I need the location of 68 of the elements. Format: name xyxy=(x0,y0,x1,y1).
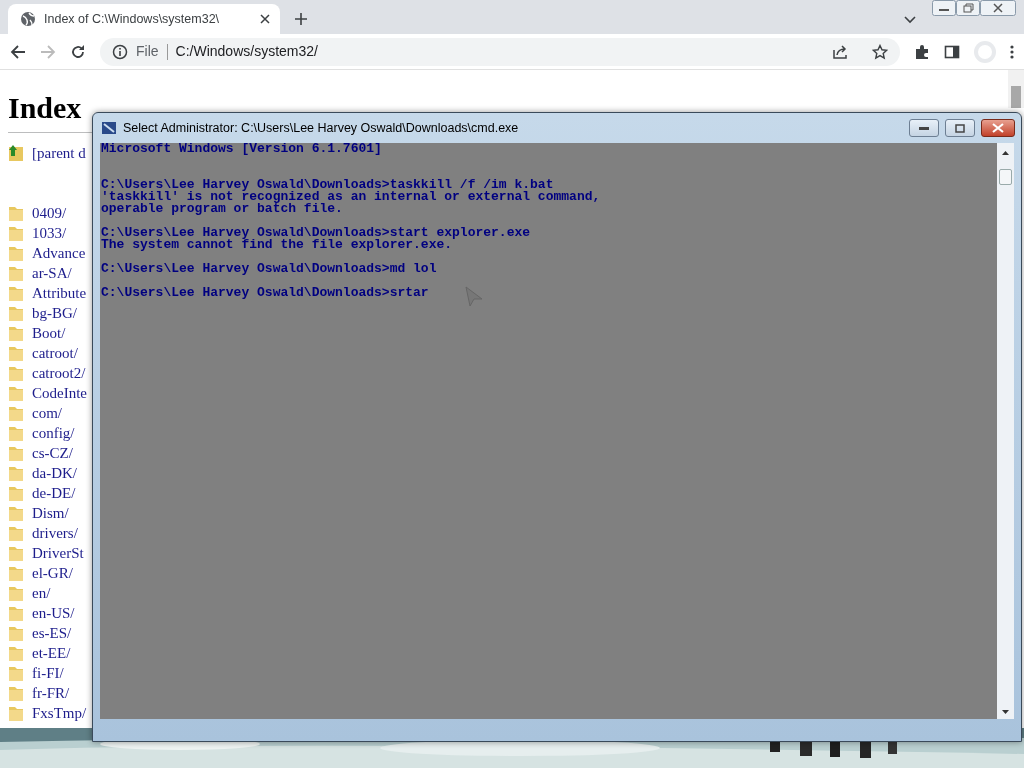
side-panel-icon[interactable] xyxy=(944,43,960,60)
folder-icon xyxy=(8,604,24,622)
folder-icon xyxy=(8,484,24,502)
parent-directory-link[interactable]: [parent d xyxy=(32,141,86,165)
back-icon[interactable] xyxy=(10,43,26,60)
scheme-label: File xyxy=(136,42,159,61)
cursor-icon xyxy=(464,285,484,307)
console-line: C:\Users\Lee Harvey Oswald\Downloads>start explorer.exe xyxy=(101,227,531,239)
console-line: The system cannot find the file explorer.exe. xyxy=(101,239,453,251)
globe-icon xyxy=(20,11,36,27)
star-icon[interactable] xyxy=(872,43,888,60)
folder-icon xyxy=(8,644,24,662)
scroll-thumb[interactable] xyxy=(999,169,1012,185)
folder-icon xyxy=(8,564,24,582)
folder-icon xyxy=(8,544,24,562)
menu-icon[interactable] xyxy=(1010,43,1014,60)
console-line: Microsoft Windows [Version 6.1.7601] xyxy=(101,143,382,155)
folder-icon xyxy=(8,244,24,262)
folder-icon xyxy=(8,444,24,462)
folder-icon xyxy=(8,704,24,722)
folder-icon xyxy=(8,304,24,322)
console-line: C:\Users\Lee Harvey Oswald\Downloads>srtar xyxy=(101,287,429,299)
minimize-icon[interactable] xyxy=(932,0,956,16)
minimize-button[interactable] xyxy=(909,119,939,137)
folder-icon xyxy=(8,284,24,302)
close-button[interactable] xyxy=(981,119,1015,137)
folder-icon xyxy=(8,364,24,382)
folder-icon xyxy=(8,524,24,542)
folder-icon xyxy=(8,204,24,222)
console-line: 'taskkill' is not recognized as an internal or external command, xyxy=(101,191,601,203)
console-line: operable program or batch file. xyxy=(101,203,343,215)
puzzle-icon[interactable] xyxy=(914,43,930,60)
new-tab-icon[interactable] xyxy=(294,12,308,26)
folder-icon xyxy=(8,424,24,442)
window-title: Select Administrator: C:\Users\Lee Harvey Oswald\Downloads\cmd.exe xyxy=(123,119,520,137)
maximize-button[interactable] xyxy=(945,119,975,137)
folder-icon xyxy=(8,684,24,702)
scrollbar[interactable] xyxy=(997,143,1014,719)
minimize-icon xyxy=(919,126,929,130)
console-line: C:\Users\Lee Harvey Oswald\Downloads>md lol xyxy=(101,263,437,275)
scrollbar[interactable] xyxy=(1008,70,1024,108)
url-text: C:/Windows/system32/ xyxy=(175,42,318,61)
folder-icon xyxy=(8,464,24,482)
chevron-down-icon[interactable] xyxy=(904,16,916,24)
close-icon[interactable] xyxy=(980,0,1016,16)
share-icon[interactable] xyxy=(832,43,848,60)
close-icon xyxy=(992,123,1004,133)
maximize-icon xyxy=(955,123,965,133)
console-line: C:\Users\Lee Harvey Oswald\Downloads>taskkill /f /im k.bat xyxy=(101,179,554,191)
folder-icon xyxy=(8,404,24,422)
folder-icon xyxy=(8,624,24,642)
folder-icon xyxy=(8,264,24,282)
console-icon xyxy=(101,120,117,136)
page-heading: Index xyxy=(8,90,82,126)
parent-folder-icon xyxy=(8,144,24,162)
folder-icon xyxy=(8,344,24,362)
folder-icon xyxy=(8,224,24,242)
folder-icon xyxy=(8,504,24,522)
folder-icon xyxy=(8,384,24,402)
restore-icon[interactable] xyxy=(956,0,980,16)
reload-icon[interactable] xyxy=(70,43,86,60)
folder-icon xyxy=(8,324,24,342)
address-bar[interactable]: File C:/Windows/system32/ xyxy=(100,37,900,66)
info-icon xyxy=(112,43,128,60)
browser-tab[interactable]: Index of C:\Windows\system32\ xyxy=(8,4,280,34)
folder-icon xyxy=(8,664,24,682)
close-icon[interactable] xyxy=(260,14,270,24)
folder-icon xyxy=(8,584,24,602)
